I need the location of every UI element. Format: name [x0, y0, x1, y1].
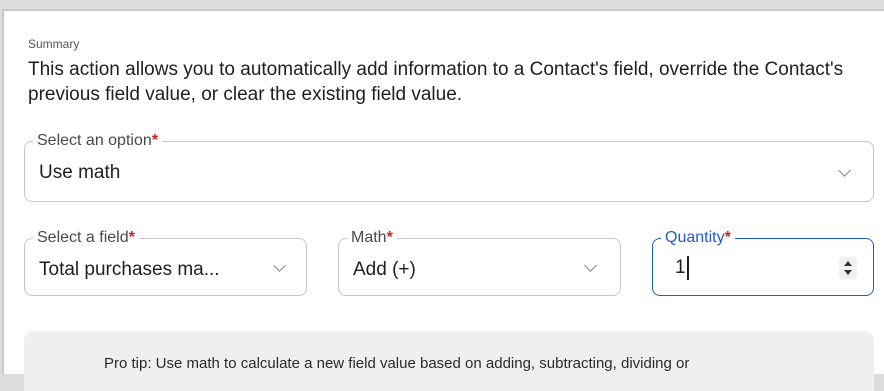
quantity-input[interactable]	[675, 257, 785, 279]
quantity-stepper[interactable]	[839, 257, 857, 279]
quantity-label: Quantity*	[661, 228, 735, 248]
required-mark: *	[724, 229, 731, 246]
field-select-label: Select a field*	[33, 228, 139, 248]
field-select-value: Total purchases ma...	[39, 259, 220, 280]
decrement-arrow-icon[interactable]	[844, 270, 852, 275]
chevron-down-icon	[584, 259, 597, 272]
option-select[interactable]: Select an option* Use math	[24, 131, 874, 202]
math-select[interactable]: Math* Add (+)	[338, 228, 621, 296]
chevron-down-icon	[273, 259, 286, 272]
option-select-label: Select an option*	[33, 131, 162, 151]
option-select-value: Use math	[39, 162, 121, 183]
chevron-down-icon	[838, 164, 851, 177]
math-select-value: Add (+)	[353, 259, 416, 280]
required-mark: *	[128, 229, 135, 246]
required-mark: *	[151, 132, 158, 149]
pro-tip-box: Pro tip: Use math to calculate a new fie…	[24, 331, 874, 391]
pro-tip-text: Pro tip: Use math to calculate a new fie…	[104, 355, 690, 372]
quantity-field[interactable]: Quantity*	[652, 228, 874, 296]
text-cursor	[687, 256, 689, 280]
field-select[interactable]: Select a field* Total purchases ma...	[24, 228, 307, 296]
required-mark: *	[386, 229, 393, 246]
increment-arrow-icon[interactable]	[844, 261, 852, 266]
summary-text: This action allows you to automatically …	[28, 59, 844, 105]
math-select-label: Math*	[347, 228, 397, 248]
summary-label: Summary	[28, 37, 80, 51]
